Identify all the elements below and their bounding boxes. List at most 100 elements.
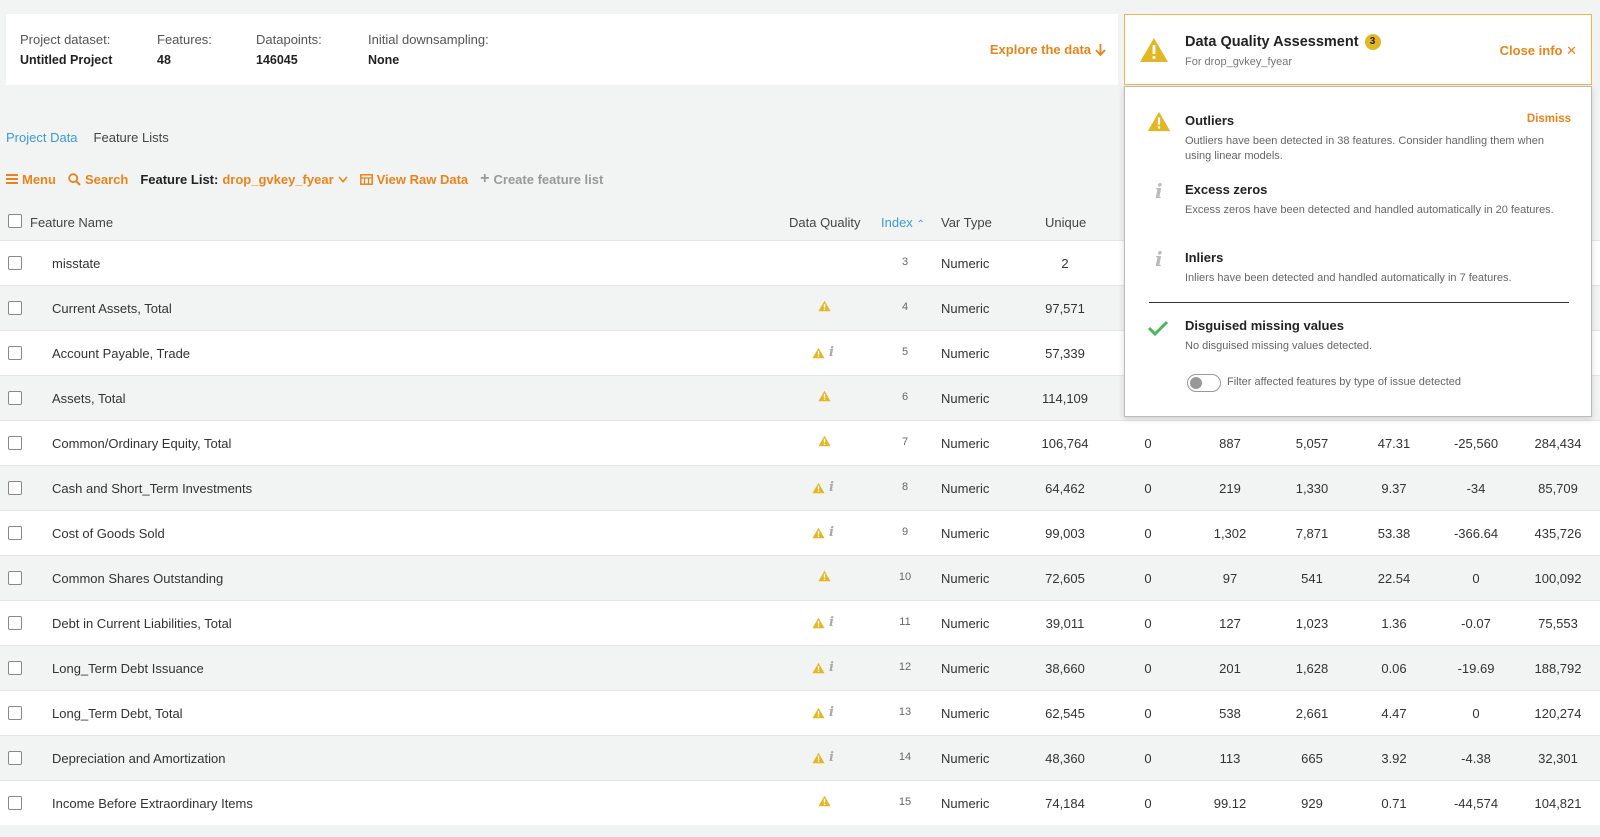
datapoints-info: Datapoints: 146045 [256, 32, 322, 67]
cell-stat-4: 1.36 [1381, 616, 1407, 631]
cell-stat-2: 113 [1219, 751, 1241, 766]
data-quality-indicators[interactable]: i [812, 525, 834, 540]
cell-stat-4: 4.47 [1381, 706, 1407, 721]
tab-feature-lists[interactable]: Feature Lists [94, 130, 169, 145]
cell-stat-4: 53.38 [1377, 526, 1411, 541]
cell-stat-3: 541 [1301, 571, 1323, 586]
header-unique[interactable]: Unique [1045, 215, 1086, 230]
data-quality-indicators[interactable] [818, 300, 831, 312]
cell-stat-3: 929 [1301, 796, 1323, 811]
table-row[interactable]: Depreciation and Amortization i 14 Numeric 4… [0, 735, 1600, 780]
data-quality-indicators[interactable] [818, 570, 831, 582]
info-icon: i [829, 480, 834, 495]
cell-feature-name[interactable]: Long_Term Debt, Total [52, 706, 183, 721]
cell-index: 6 [901, 391, 909, 403]
data-quality-indicators[interactable] [818, 390, 831, 402]
data-quality-indicators[interactable]: i [812, 705, 834, 720]
cell-stat-5: -44,574 [1453, 796, 1499, 811]
table-row[interactable]: Long_Term Debt, Total i 13 Numeric 62,545 0 53… [0, 690, 1600, 735]
search-button[interactable]: Search [68, 172, 128, 187]
table-row[interactable]: Cost of Goods Sold i 9 Numeric 99,003 0 1,302 7… [0, 510, 1600, 555]
cell-stat-6: 32,301 [1538, 751, 1578, 766]
dismiss-button[interactable]: Dismiss [1527, 113, 1571, 125]
cell-var-type: Numeric [941, 301, 990, 316]
table-row[interactable]: Income Before Extraordinary Items 15 Numer… [0, 780, 1600, 825]
row-checkbox[interactable] [8, 616, 22, 630]
close-info-button[interactable]: Close info ✕ [1500, 43, 1577, 59]
header-index[interactable]: Index ⌃ [881, 215, 925, 230]
header-var-type[interactable]: Var Type [941, 215, 992, 230]
cell-unique: 64,462 [1045, 481, 1085, 496]
cell-var-type: Numeric [941, 436, 990, 451]
cell-index: 11 [899, 616, 911, 628]
row-checkbox[interactable] [8, 481, 22, 495]
row-checkbox[interactable] [8, 751, 22, 765]
info-icon: i [829, 345, 834, 360]
cell-stat-2: 219 [1219, 481, 1241, 496]
data-quality-indicators[interactable]: i [812, 345, 834, 360]
row-checkbox[interactable] [8, 346, 22, 360]
table-row[interactable]: Common Shares Outstanding 10 Numeric 72,605… [0, 555, 1600, 600]
cell-stat-4: 3.92 [1381, 751, 1407, 766]
data-quality-indicators[interactable]: i [812, 480, 834, 495]
row-checkbox[interactable] [8, 436, 22, 450]
dataset-value: Untitled Project [20, 53, 113, 67]
cell-var-type: Numeric [941, 256, 990, 271]
feature-list-selector[interactable]: Feature List: drop_gvkey_fyear [140, 172, 348, 187]
cell-feature-name[interactable]: Income Before Extraordinary Items [52, 796, 253, 811]
row-checkbox[interactable] [8, 661, 22, 675]
cell-feature-name[interactable]: Long_Term Debt Issuance [52, 661, 204, 676]
cell-feature-name[interactable]: Depreciation and Amortization [52, 751, 225, 766]
header-feature-name[interactable]: Feature Name [30, 215, 113, 230]
cell-feature-name[interactable]: Debt in Current Liabilities, Total [52, 616, 232, 631]
cell-unique: 72,605 [1045, 571, 1085, 586]
table-row[interactable]: Cash and Short_Term Investments i 8 Numeric… [0, 465, 1600, 510]
cell-stat-4: 9.37 [1381, 481, 1407, 496]
row-checkbox[interactable] [8, 391, 22, 405]
cell-stat-6: 104,821 [1534, 796, 1582, 811]
panel-divider [1149, 302, 1569, 303]
data-quality-indicators[interactable]: i [812, 615, 834, 630]
filter-affected-toggle[interactable] [1187, 374, 1221, 392]
table-row[interactable]: Common/Ordinary Equity, Total 7 Numeric 106… [0, 420, 1600, 465]
row-checkbox[interactable] [8, 301, 22, 315]
explore-data-link[interactable]: Explore the data [990, 42, 1106, 57]
row-checkbox[interactable] [8, 706, 22, 720]
cell-feature-name[interactable]: Account Payable, Trade [52, 346, 190, 361]
row-checkbox[interactable] [8, 571, 22, 585]
info-icon: i [1155, 247, 1163, 271]
cell-stat-1: 0 [1144, 526, 1152, 541]
select-all-checkbox[interactable] [8, 214, 22, 228]
cell-index: 15 [898, 796, 912, 808]
header-data-quality[interactable]: Data Quality [789, 215, 861, 230]
row-checkbox[interactable] [8, 796, 22, 810]
menu-button[interactable]: Menu [6, 172, 56, 187]
cell-stat-1: 0 [1144, 706, 1152, 721]
cell-feature-name[interactable]: Common/Ordinary Equity, Total [52, 436, 231, 451]
row-checkbox[interactable] [8, 526, 22, 540]
cell-stat-1: 0 [1144, 616, 1152, 631]
cell-feature-name[interactable]: misstate [52, 256, 100, 271]
warning-icon [818, 795, 831, 807]
cell-feature-name[interactable]: Common Shares Outstanding [52, 571, 223, 586]
create-feature-list-button[interactable]: + Create feature list [480, 170, 603, 188]
cell-unique: 106,764 [1041, 436, 1089, 451]
issue-description: Inliers have been detected and handled a… [1185, 272, 1512, 284]
cell-stat-6: 284,434 [1534, 436, 1582, 451]
cell-feature-name[interactable]: Assets, Total [52, 391, 125, 406]
data-quality-indicators[interactable] [818, 435, 831, 447]
data-quality-indicators[interactable] [818, 795, 831, 807]
row-checkbox[interactable] [8, 256, 22, 270]
cell-feature-name[interactable]: Cost of Goods Sold [52, 526, 165, 541]
cell-stat-1: 0 [1144, 751, 1152, 766]
table-row[interactable]: Long_Term Debt Issuance i 12 Numeric 38,660 0… [0, 645, 1600, 690]
data-quality-indicators[interactable]: i [812, 750, 834, 765]
cell-stat-5: -366.64 [1453, 526, 1499, 541]
table-row[interactable]: Debt in Current Liabilities, Total i 11 Num… [0, 600, 1600, 645]
cell-feature-name[interactable]: Cash and Short_Term Investments [52, 481, 252, 496]
view-raw-data-button[interactable]: View Raw Data [359, 172, 468, 187]
warning-icon [818, 390, 831, 402]
cell-feature-name[interactable]: Current Assets, Total [52, 301, 172, 316]
tab-project-data[interactable]: Project Data [6, 130, 78, 145]
data-quality-indicators[interactable]: i [812, 660, 834, 675]
